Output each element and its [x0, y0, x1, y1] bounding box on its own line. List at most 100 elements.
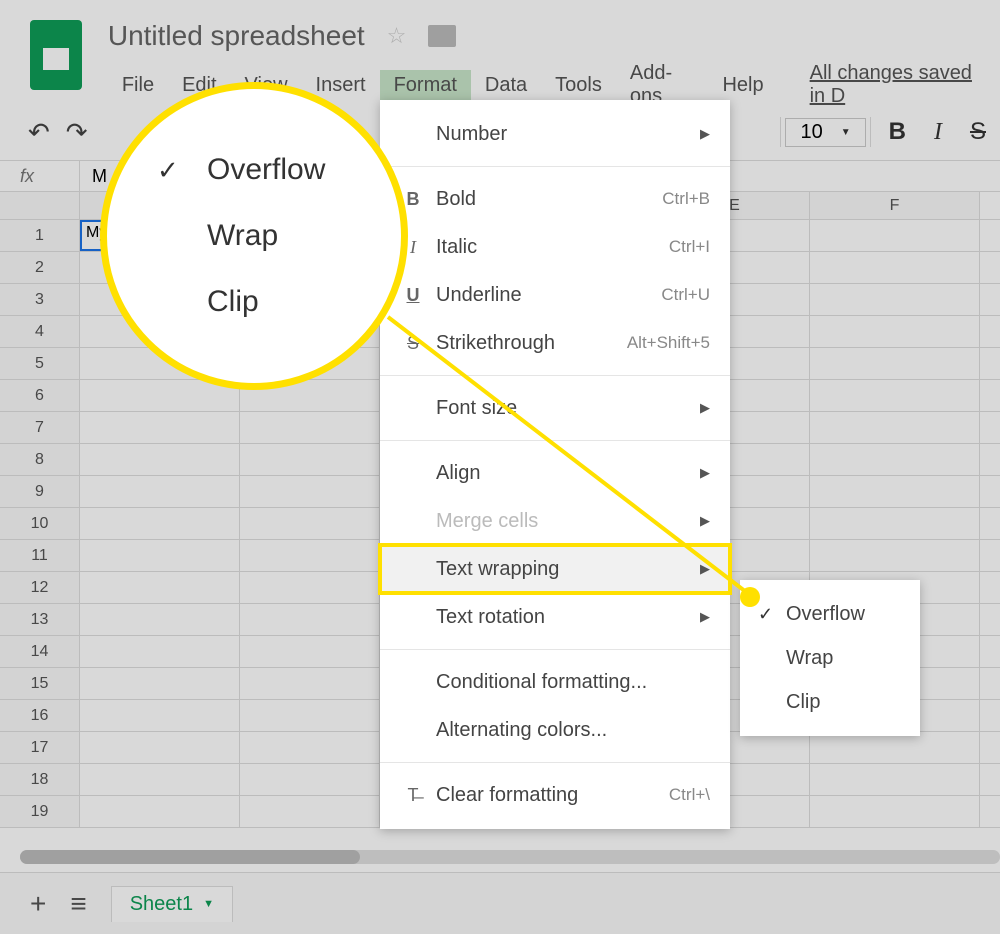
sheet-list-button[interactable]: ≡: [70, 888, 86, 920]
cell[interactable]: [810, 380, 980, 411]
sheet-tab[interactable]: Sheet1 ▼: [111, 886, 233, 922]
row-header[interactable]: 1: [0, 220, 80, 251]
menu-item-strikethrough[interactable]: SStrikethroughAlt+Shift+5: [380, 319, 730, 367]
cell[interactable]: [240, 636, 380, 667]
undo-icon[interactable]: ↶: [20, 117, 58, 148]
row-header[interactable]: 19: [0, 796, 80, 827]
star-icon[interactable]: ☆: [387, 23, 407, 49]
cell[interactable]: [80, 796, 240, 827]
menu-item-clear-formatting[interactable]: T̶Clear formattingCtrl+\: [380, 771, 730, 819]
row-header[interactable]: 18: [0, 764, 80, 795]
document-title[interactable]: Untitled spreadsheet: [108, 20, 365, 52]
menu-item-align[interactable]: Align▶: [380, 449, 730, 497]
clear-formatting-icon: T̶: [398, 785, 428, 806]
cell[interactable]: [80, 700, 240, 731]
bold-button[interactable]: B: [875, 118, 920, 146]
menu-item-conditional-formatting[interactable]: Conditional formatting...: [380, 658, 730, 706]
cell[interactable]: [80, 636, 240, 667]
row-header[interactable]: 13: [0, 604, 80, 635]
cell[interactable]: [810, 732, 980, 763]
cell[interactable]: [810, 476, 980, 507]
scrollbar-thumb[interactable]: [20, 850, 360, 864]
cell[interactable]: [80, 412, 240, 443]
cell[interactable]: [80, 444, 240, 475]
cell[interactable]: [80, 540, 240, 571]
row-header[interactable]: 12: [0, 572, 80, 603]
cell[interactable]: [80, 764, 240, 795]
menu-item-text-wrapping[interactable]: Text wrapping▶: [380, 545, 730, 593]
submenu-item-clip[interactable]: Clip: [740, 680, 920, 724]
redo-icon[interactable]: ↷: [58, 117, 96, 148]
menu-tools[interactable]: Tools: [541, 70, 616, 101]
horizontal-scrollbar[interactable]: [20, 850, 1000, 864]
formula-value[interactable]: M: [80, 166, 107, 187]
cell[interactable]: [810, 412, 980, 443]
column-header[interactable]: F: [810, 192, 980, 219]
cell[interactable]: [80, 572, 240, 603]
menu-item-text-rotation[interactable]: Text rotation▶: [380, 593, 730, 641]
menu-item-italic[interactable]: IItalicCtrl+I: [380, 223, 730, 271]
cell[interactable]: [240, 796, 380, 827]
cell[interactable]: [240, 732, 380, 763]
cell[interactable]: [80, 476, 240, 507]
row-header[interactable]: 7: [0, 412, 80, 443]
menu-item-fontsize[interactable]: Font size▶: [380, 384, 730, 432]
menu-item-number[interactable]: Number▶: [380, 110, 730, 158]
row-header[interactable]: 10: [0, 508, 80, 539]
cell[interactable]: [810, 316, 980, 347]
menu-item-alternating-colors[interactable]: Alternating colors...: [380, 706, 730, 754]
row-header[interactable]: 11: [0, 540, 80, 571]
cell[interactable]: [810, 444, 980, 475]
cell[interactable]: [810, 220, 980, 251]
cell[interactable]: [240, 764, 380, 795]
cell[interactable]: [810, 284, 980, 315]
menu-item-bold[interactable]: BBoldCtrl+B: [380, 175, 730, 223]
cell[interactable]: [810, 252, 980, 283]
row-header[interactable]: 16: [0, 700, 80, 731]
italic-button[interactable]: I: [920, 119, 956, 146]
cell[interactable]: [240, 540, 380, 571]
chevron-down-icon: ▼: [841, 127, 851, 138]
cell[interactable]: [810, 508, 980, 539]
row-header[interactable]: 3: [0, 284, 80, 315]
cell[interactable]: [240, 444, 380, 475]
row-header[interactable]: 17: [0, 732, 80, 763]
menu-format[interactable]: Format: [380, 70, 471, 101]
cell[interactable]: [240, 668, 380, 699]
cell[interactable]: [80, 604, 240, 635]
cell[interactable]: [240, 572, 380, 603]
row-header[interactable]: 6: [0, 380, 80, 411]
font-size-selector[interactable]: 10 ▼: [785, 118, 865, 147]
cell[interactable]: [810, 540, 980, 571]
row-header[interactable]: 4: [0, 316, 80, 347]
row-header[interactable]: 9: [0, 476, 80, 507]
menu-item-underline[interactable]: UUnderlineCtrl+U: [380, 271, 730, 319]
menu-file[interactable]: File: [108, 70, 168, 101]
cell[interactable]: [240, 700, 380, 731]
cell[interactable]: [810, 348, 980, 379]
callout-dot: [740, 587, 760, 607]
select-all-corner[interactable]: [0, 192, 80, 219]
cell[interactable]: [80, 508, 240, 539]
submenu-item-overflow[interactable]: ✓Overflow: [740, 592, 920, 636]
save-status[interactable]: All changes saved in D: [796, 58, 1000, 112]
strikethrough-button[interactable]: S: [956, 118, 1000, 146]
cell[interactable]: [240, 604, 380, 635]
row-header[interactable]: 2: [0, 252, 80, 283]
cell[interactable]: [240, 508, 380, 539]
row-header[interactable]: 8: [0, 444, 80, 475]
cell[interactable]: [240, 412, 380, 443]
row-header[interactable]: 14: [0, 636, 80, 667]
folder-icon[interactable]: [428, 25, 456, 47]
menu-data[interactable]: Data: [471, 70, 541, 101]
add-sheet-button[interactable]: +: [30, 888, 46, 920]
cell[interactable]: [810, 764, 980, 795]
row-header[interactable]: 5: [0, 348, 80, 379]
cell[interactable]: [80, 732, 240, 763]
cell[interactable]: [80, 668, 240, 699]
row-header[interactable]: 15: [0, 668, 80, 699]
submenu-item-wrap[interactable]: Wrap: [740, 636, 920, 680]
cell[interactable]: [810, 796, 980, 827]
menu-help[interactable]: Help: [708, 70, 777, 101]
cell[interactable]: [240, 476, 380, 507]
